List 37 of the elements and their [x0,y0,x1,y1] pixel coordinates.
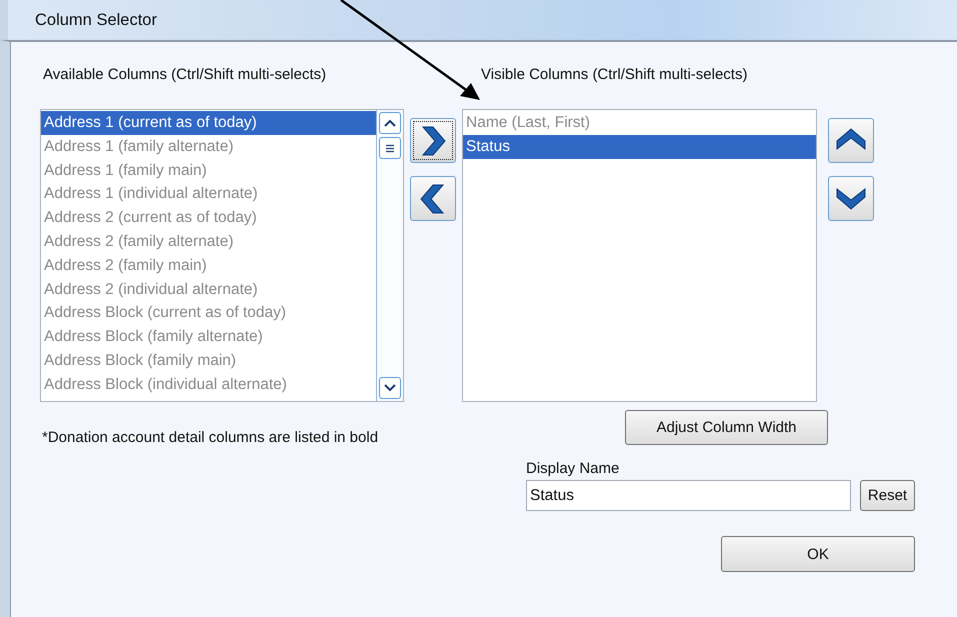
window-title: Column Selector [0,0,957,40]
visible-columns-label: Visible Columns (Ctrl/Shift multi-selects) [481,66,748,82]
display-name-field[interactable]: Status [526,480,851,511]
scroll-down-icon[interactable] [379,377,401,399]
list-item[interactable]: Address 1 (family main) [41,158,376,182]
available-columns-label: Available Columns (Ctrl/Shift multi-selects) [42,66,328,82]
scrollbar[interactable] [376,110,403,401]
available-columns-list[interactable] [40,109,404,402]
reset-button[interactable]: Reset [860,480,915,511]
list-item[interactable]: Address 1 (family alternate) [41,134,376,159]
list-item[interactable]: Address 2 (individual alternate) [41,278,376,302]
list-item[interactable]: Name (Last, First) [463,111,816,135]
list-item[interactable]: Address 1 (individual alternate) [41,182,376,206]
visible-columns-list[interactable]: Name (Last, First) Status [462,109,817,402]
bold-note: *Donation account detail columns are listed in bold [42,429,378,446]
list-item[interactable]: Address 1 (current as of today) [41,111,376,135]
list-item[interactable]: Address Block (individual alternate) [41,372,376,397]
move-down-button[interactable] [828,176,874,221]
ok-button[interactable]: OK [721,536,915,572]
list-item[interactable]: Status [463,134,816,159]
chevron-icon [420,184,444,213]
list-item[interactable]: Address Block (family alternate) [41,325,376,349]
list-item[interactable]: Address 2 (family alternate) [41,230,376,254]
adjust-column-width-button[interactable]: Adjust Column Width [625,410,828,445]
chevron-icon [836,128,866,150]
remove-column-button[interactable] [410,176,456,221]
chevron-icon [836,187,866,210]
chevron-icon [422,126,446,155]
add-column-button[interactable] [410,118,456,163]
list-item[interactable]: Address 2 (current as of today) [41,206,376,230]
move-up-button[interactable] [828,118,874,163]
list-item[interactable]: Address Block (current as of today) [41,301,376,326]
scroll-thumb[interactable] [379,137,401,159]
list-item[interactable]: Address Block (family main) [41,348,376,373]
scroll-up-icon[interactable] [379,112,401,134]
display-name-label: Display Name [526,460,620,477]
list-item[interactable]: Address 2 (family main) [41,254,376,278]
